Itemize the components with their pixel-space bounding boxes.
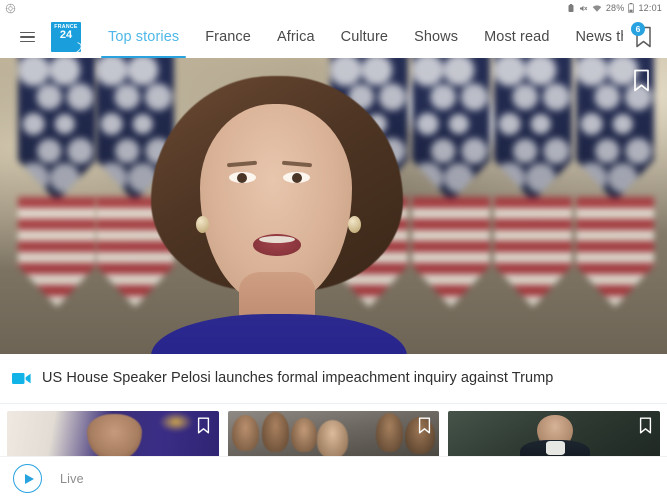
thumbnail-subject [348,416,376,454]
thumbnail-subject [316,420,349,458]
notification-circle-icon [5,3,16,13]
thumbnail-card-2[interactable] [227,411,440,458]
play-triangle-icon [24,473,34,484]
france24-app-screen: 28% 12:01 FRANCE 24 Top stories France A… [0,0,667,500]
thumbnail-subject [375,412,404,453]
bookmark-icon [633,69,649,91]
battery-percent-label: 28% [605,2,625,13]
thumbnail-subject [87,413,143,458]
hero-subject-portrait [143,76,413,354]
hero-article-card[interactable] [0,58,667,354]
clock-label: 12:01 [638,2,662,13]
alarm-icon [568,3,574,12]
video-camera-icon [12,372,31,385]
wifi-icon [592,4,602,12]
headline-label: US House Speaker Pelosi launches formal … [42,370,554,387]
us-flag-decor [494,58,572,307]
thumbnail-subject-shirt [545,441,565,456]
mute-icon [579,5,588,11]
tab-culture[interactable]: Culture [328,16,401,58]
category-tab-bar: Top stories France Africa Culture Shows … [95,16,623,58]
thumbnail-highlight [159,411,194,432]
hero-headline-row[interactable]: US House Speaker Pelosi launches formal … [0,354,667,404]
thumbnail-subject [291,417,317,453]
tab-africa[interactable]: Africa [264,16,328,58]
tab-news-thread[interactable]: News thread [562,16,623,58]
live-player-bar[interactable]: Live [0,456,667,500]
tab-label: Shows [414,29,459,45]
thumbnail-subject [231,414,260,452]
bookmark-count-badge: 6 [631,22,645,36]
tab-label: Top stories [108,29,180,45]
status-bar-left [5,3,16,14]
bookmark-icon [639,417,651,433]
status-bar-right: 28% 12:01 [567,3,662,13]
bookmarks-button[interactable]: 6 [623,16,663,58]
hero-image [0,58,667,354]
tab-top-stories[interactable]: Top stories [95,16,192,58]
related-articles-carousel[interactable] [0,404,667,462]
tab-shows[interactable]: Shows [401,16,471,58]
play-circle-icon[interactable] [13,464,42,493]
tab-france[interactable]: France [192,16,264,58]
thumbnail-bookmark-button[interactable] [416,415,432,435]
hamburger-menu-icon[interactable] [10,16,44,58]
france24-logo[interactable]: FRANCE 24 [51,22,81,52]
tab-label: Africa [276,29,315,45]
tab-label: Culture [340,29,389,45]
thumbnail-card-3[interactable] [448,411,661,458]
tab-label: Most read [484,29,550,45]
tab-label: News thread [575,29,623,45]
us-flag-decor [18,58,96,307]
thumbnail-bookmark-button[interactable] [637,415,653,435]
tab-label: France [205,29,251,45]
thumbnail-card-1[interactable] [7,411,219,458]
live-label: Live [60,471,84,486]
bookmark-icon [198,417,210,433]
battery-icon [628,3,635,13]
thumbnail-subject [261,411,290,453]
android-status-bar: 28% 12:01 [0,0,667,16]
us-flag-decor [412,58,490,307]
bookmark-icon [418,417,430,433]
thumbnail-bookmark-button[interactable] [196,415,212,435]
hero-bookmark-button[interactable] [627,64,655,96]
tab-most-read[interactable]: Most read [471,16,562,58]
top-navigation-bar: FRANCE 24 Top stories France Africa Cult… [0,16,667,58]
